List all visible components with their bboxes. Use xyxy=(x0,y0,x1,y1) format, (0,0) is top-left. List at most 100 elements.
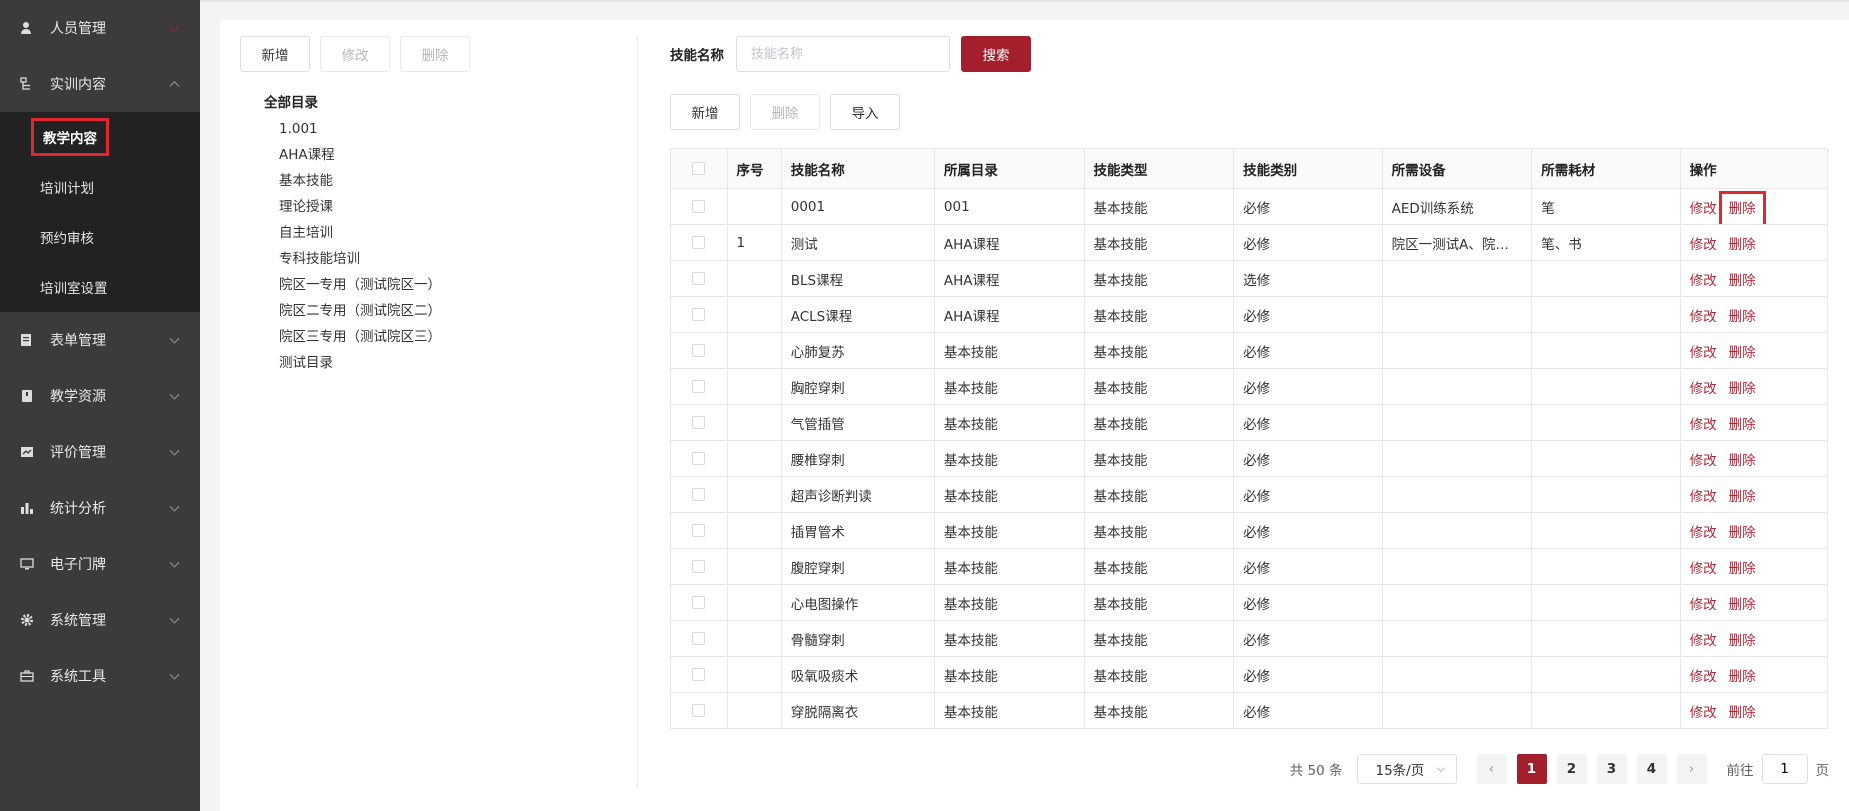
row-edit-link[interactable]: 修改 xyxy=(1690,669,1717,685)
skill-add-button[interactable]: 新增 xyxy=(670,94,740,130)
table-cell-name: 0001 xyxy=(780,188,935,225)
row-delete-link[interactable]: 删除 xyxy=(1729,381,1756,397)
sidebar-item-toolbox[interactable]: 系统工具 xyxy=(0,648,200,704)
row-checkbox[interactable] xyxy=(692,632,706,645)
row-checkbox[interactable] xyxy=(692,704,706,717)
row-edit-link[interactable]: 修改 xyxy=(1690,417,1717,433)
table-cell-type: 基本技能 xyxy=(1083,656,1235,693)
tree-node[interactable]: 院区三专用（测试院区三） xyxy=(264,324,637,350)
row-edit-link[interactable]: 修改 xyxy=(1690,561,1717,577)
row-edit-link[interactable]: 修改 xyxy=(1690,453,1717,469)
tree-node[interactable]: 院区一专用（测试院区一） xyxy=(264,272,637,298)
row-delete-link[interactable]: 删除 xyxy=(1718,190,1766,224)
sidebar-item-monitor[interactable]: 电子门牌 xyxy=(0,536,200,592)
row-delete-link[interactable]: 删除 xyxy=(1729,237,1756,253)
table-header-row: 序号 技能名称 所属目录 技能类型 技能类别 所需设备 所需耗材 操作 xyxy=(670,148,1829,189)
row-delete-link[interactable]: 删除 xyxy=(1729,597,1756,613)
sidebar-item-bar-chart[interactable]: 统计分析 xyxy=(0,480,200,536)
prev-page-button[interactable]: ‹ xyxy=(1476,754,1507,784)
row-edit-link[interactable]: 修改 xyxy=(1690,201,1717,217)
row-checkbox[interactable] xyxy=(692,344,706,357)
submenu-item[interactable]: 预约审核 xyxy=(0,212,200,262)
sidebar-item-gear[interactable]: 系统管理 xyxy=(0,592,200,648)
catalog-delete-button[interactable]: 删除 xyxy=(400,36,470,72)
table-cell-device xyxy=(1381,584,1533,621)
submenu-item[interactable]: 教学内容 xyxy=(0,112,200,162)
row-edit-link[interactable]: 修改 xyxy=(1690,381,1717,397)
evaluation-icon xyxy=(20,445,34,459)
row-checkbox[interactable] xyxy=(692,416,706,429)
skill-import-button[interactable]: 导入 xyxy=(830,94,900,130)
row-delete-link[interactable]: 删除 xyxy=(1729,453,1756,469)
submenu-item[interactable]: 培训计划 xyxy=(0,162,200,212)
search-button[interactable]: 搜索 xyxy=(961,36,1031,72)
row-checkbox[interactable] xyxy=(692,596,706,609)
sidebar-item-resource[interactable]: 教学资源 xyxy=(0,368,200,424)
row-edit-link[interactable]: 修改 xyxy=(1690,525,1717,541)
table-cell-type: 基本技能 xyxy=(1083,692,1235,729)
row-delete-link[interactable]: 删除 xyxy=(1729,345,1756,361)
page-button-3[interactable]: 3 xyxy=(1596,754,1627,784)
row-checkbox[interactable] xyxy=(692,668,706,681)
sidebar-item-form[interactable]: 表单管理 xyxy=(0,312,200,368)
sidebar-item-label: 系统工具 xyxy=(50,669,106,685)
row-edit-link[interactable]: 修改 xyxy=(1690,489,1717,505)
row-delete-link[interactable]: 删除 xyxy=(1729,273,1756,289)
row-edit-link[interactable]: 修改 xyxy=(1690,273,1717,289)
sidebar-item-user[interactable]: 人员管理 xyxy=(0,0,200,56)
goto-page-input[interactable] xyxy=(1761,754,1808,784)
row-checkbox[interactable] xyxy=(692,272,706,285)
tree-node[interactable]: AHA课程 xyxy=(264,142,637,168)
table-cell-name: 骨髓穿刺 xyxy=(780,620,935,657)
skill-delete-button[interactable]: 删除 xyxy=(750,94,820,130)
page-button-4[interactable]: 4 xyxy=(1636,754,1667,784)
next-page-button[interactable]: › xyxy=(1676,754,1707,784)
row-edit-link[interactable]: 修改 xyxy=(1690,237,1717,253)
row-edit-link[interactable]: 修改 xyxy=(1690,633,1717,649)
row-delete-link[interactable]: 删除 xyxy=(1729,525,1756,541)
row-checkbox[interactable] xyxy=(692,308,706,321)
row-delete-link[interactable]: 删除 xyxy=(1729,669,1756,685)
row-checkbox[interactable] xyxy=(692,452,706,465)
tree-node[interactable]: 专科技能培训 xyxy=(264,246,637,272)
tree-node[interactable]: 1.001 xyxy=(264,116,637,142)
tree-node[interactable]: 测试目录 xyxy=(264,350,637,376)
sidebar-item-tree[interactable]: 实训内容 xyxy=(0,56,200,112)
catalog-add-button[interactable]: 新增 xyxy=(240,36,310,72)
page-button-1[interactable]: 1 xyxy=(1516,754,1547,784)
row-edit-link[interactable]: 修改 xyxy=(1690,309,1717,325)
table-cell-type: 基本技能 xyxy=(1083,224,1235,261)
row-edit-link[interactable]: 修改 xyxy=(1690,705,1717,721)
row-delete-link[interactable]: 删除 xyxy=(1729,309,1756,325)
select-all-checkbox[interactable] xyxy=(692,162,706,175)
row-edit-link[interactable]: 修改 xyxy=(1690,345,1717,361)
row-checkbox[interactable] xyxy=(692,380,706,393)
row-delete-link[interactable]: 删除 xyxy=(1729,705,1756,721)
row-delete-link[interactable]: 删除 xyxy=(1729,489,1756,505)
row-checkbox[interactable] xyxy=(692,200,706,213)
submenu-item[interactable]: 培训室设置 xyxy=(0,262,200,312)
tree-node[interactable]: 自主培训 xyxy=(264,220,637,246)
tree-node[interactable]: 基本技能 xyxy=(264,168,637,194)
chevron-down-icon xyxy=(169,501,180,512)
row-checkbox[interactable] xyxy=(692,488,706,501)
row-delete-link[interactable]: 删除 xyxy=(1729,561,1756,577)
row-delete-link[interactable]: 删除 xyxy=(1729,417,1756,433)
table-cell-device xyxy=(1381,620,1533,657)
row-checkbox[interactable] xyxy=(692,236,706,249)
sidebar-item-label: 统计分析 xyxy=(50,501,106,517)
page-size-select[interactable]: 15条/页 xyxy=(1356,754,1457,784)
tree-root-all[interactable]: 全部目录 xyxy=(264,90,637,116)
skill-name-search-input[interactable] xyxy=(736,36,950,72)
table-cell-device: AED训练系统 xyxy=(1381,188,1533,225)
row-checkbox[interactable] xyxy=(692,524,706,537)
tree-node[interactable]: 院区二专用（测试院区二） xyxy=(264,298,637,324)
tree-node[interactable]: 理论授课 xyxy=(264,194,637,220)
catalog-edit-button[interactable]: 修改 xyxy=(320,36,390,72)
sidebar-item-evaluation[interactable]: 评价管理 xyxy=(0,424,200,480)
row-checkbox[interactable] xyxy=(692,560,706,573)
page-button-2[interactable]: 2 xyxy=(1556,754,1587,784)
row-delete-link[interactable]: 删除 xyxy=(1729,633,1756,649)
table-cell-category: 必修 xyxy=(1233,620,1383,657)
row-edit-link[interactable]: 修改 xyxy=(1690,597,1717,613)
